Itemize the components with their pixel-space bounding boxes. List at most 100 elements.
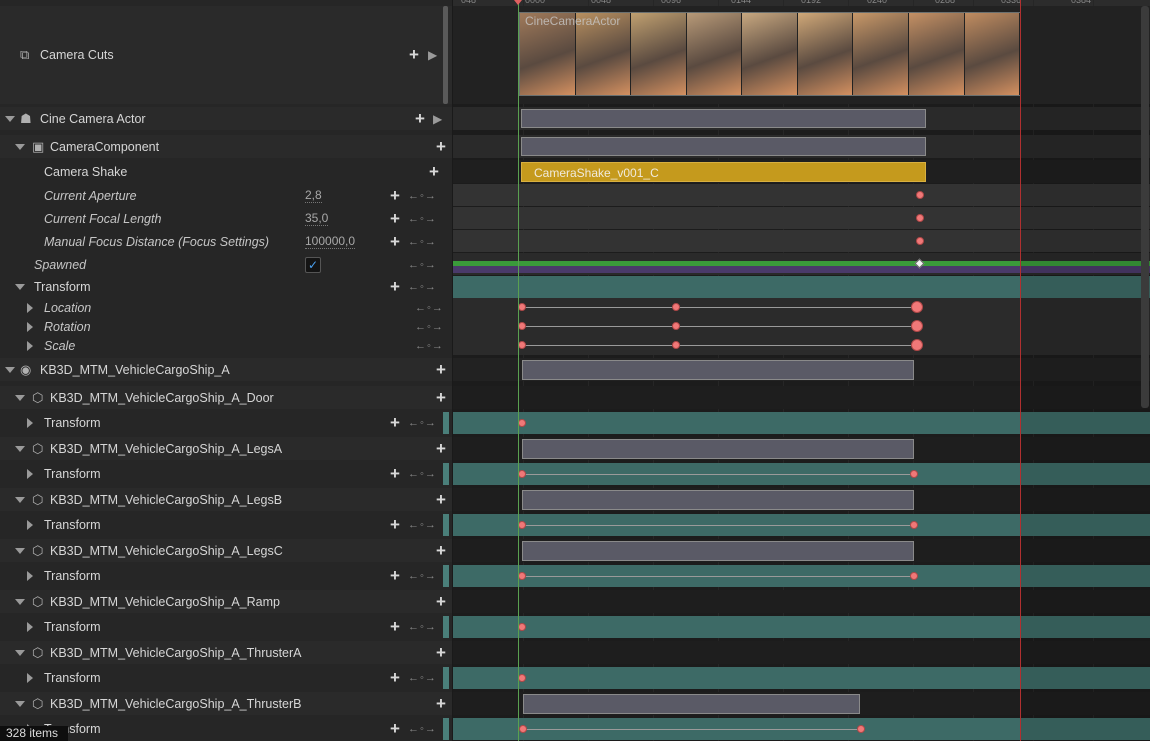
add-track-button[interactable]: + <box>436 491 446 508</box>
scale-track[interactable]: Scale ←◦→ <box>0 336 452 355</box>
keyframe[interactable] <box>672 341 680 349</box>
keyframe[interactable] <box>518 674 526 682</box>
camera-cuts-track[interactable]: ⧉ Camera Cuts + ▶ <box>0 6 452 104</box>
expand-arrow-icon[interactable] <box>27 340 33 351</box>
ramp-transform-track[interactable]: Transform + ←◦→ <box>0 616 452 638</box>
mesh-section-bar[interactable] <box>522 490 914 510</box>
add-track-button[interactable]: + <box>415 110 425 127</box>
cargo-ship-legsc-track[interactable]: ⬡ KB3D_MTM_VehicleCargoShip_A_LegsC + <box>0 539 452 562</box>
current-aperture-track[interactable]: Current Aperture 2,8 + ←◦→ <box>0 184 452 207</box>
spawned-checkbox[interactable]: ✓ <box>305 256 321 273</box>
keyframe-navigation-icon[interactable]: ←◦→ <box>408 519 437 531</box>
sequencer-timeline[interactable]: 048 0000 0048 0096 0144 0192 0240 0288 0336 0384 … <box>453 0 1150 741</box>
focal-length-keyframe[interactable] <box>916 214 924 222</box>
current-focal-length-track[interactable]: Current Focal Length 35,0 + ←◦→ <box>0 207 452 230</box>
add-track-button[interactable]: + <box>390 465 400 482</box>
add-track-button[interactable]: + <box>409 46 419 63</box>
collapse-arrow-icon[interactable] <box>15 547 25 554</box>
cargo-ship-door-track[interactable]: ⬡ KB3D_MTM_VehicleCargoShip_A_Door + <box>0 386 452 409</box>
keyframe-navigation-icon[interactable]: ←◦→ <box>408 417 437 429</box>
add-track-button[interactable]: + <box>390 210 400 227</box>
timeline-scrollbar[interactable] <box>1141 6 1149 408</box>
mesh-section-lane[interactable] <box>453 641 1150 664</box>
keyframe[interactable] <box>911 339 923 351</box>
property-value-field[interactable]: 100000,0 <box>305 234 356 249</box>
camera-shake-section[interactable]: CameraShake_v001_C <box>521 162 926 182</box>
expand-arrow-icon[interactable] <box>27 469 33 479</box>
keyframe[interactable] <box>518 623 526 631</box>
add-track-button[interactable]: + <box>390 516 400 533</box>
camera-shake-track[interactable]: Camera Shake + <box>0 160 452 183</box>
property-value-field[interactable]: 35,0 <box>305 211 329 226</box>
camera-component-track[interactable]: ▣ CameraComponent + <box>0 135 452 158</box>
keyframe[interactable] <box>672 303 680 311</box>
actor-section-bar[interactable] <box>521 109 926 128</box>
rotation-track[interactable]: Rotation ←◦→ <box>0 317 452 336</box>
keyframe[interactable] <box>518 470 526 478</box>
keyframe-navigation-icon[interactable]: ←◦→ <box>408 621 437 633</box>
keyframe[interactable] <box>518 521 526 529</box>
cargo-ship-ramp-track[interactable]: ⬡ KB3D_MTM_VehicleCargoShip_A_Ramp + <box>0 590 452 613</box>
keyframe[interactable] <box>857 725 865 733</box>
focal-length-lane[interactable] <box>453 207 1150 229</box>
mesh-transform-lane[interactable] <box>453 616 1150 638</box>
manual-focus-distance-track[interactable]: Manual Focus Distance (Focus Settings) 10… <box>0 230 452 253</box>
expand-arrow-icon[interactable] <box>27 673 33 683</box>
mesh-section-bar[interactable] <box>522 439 914 459</box>
legsc-transform-track[interactable]: Transform + ←◦→ <box>0 565 452 587</box>
keyframe-navigation-icon[interactable]: ←◦→ <box>415 302 444 314</box>
collapse-arrow-icon[interactable] <box>15 700 25 707</box>
playhead-line[interactable] <box>518 0 519 741</box>
expand-arrow-icon[interactable] <box>27 520 33 530</box>
add-track-button[interactable]: + <box>390 233 400 250</box>
camera-lock-icon[interactable]: ▶ <box>428 48 437 62</box>
keyframe[interactable] <box>519 725 527 733</box>
legsb-transform-track[interactable]: Transform + ←◦→ <box>0 514 452 536</box>
property-value-field[interactable]: 2,8 <box>305 188 322 203</box>
keyframe[interactable] <box>910 572 918 580</box>
keyframe-navigation-icon[interactable]: ←◦→ <box>415 340 444 352</box>
expand-arrow-icon[interactable] <box>27 622 33 632</box>
collapse-arrow-icon[interactable] <box>15 394 25 401</box>
keyframe-navigation-icon[interactable]: ←◦→ <box>415 321 444 333</box>
cargo-ship-legsa-track[interactable]: ⬡ KB3D_MTM_VehicleCargoShip_A_LegsA + <box>0 437 452 460</box>
aperture-keyframe[interactable] <box>916 191 924 199</box>
mesh-section-lane[interactable] <box>453 386 1150 409</box>
cargo-ship-track[interactable]: ◉ KB3D_MTM_VehicleCargoShip_A + <box>0 358 452 381</box>
add-track-button[interactable]: + <box>436 695 446 712</box>
keyframe[interactable] <box>518 572 526 580</box>
playhead-handle-icon[interactable] <box>514 0 522 5</box>
cine-camera-actor-track[interactable]: ☗ Cine Camera Actor + ▶ <box>0 107 452 130</box>
collapse-arrow-icon[interactable] <box>15 143 25 150</box>
add-track-button[interactable]: + <box>436 440 446 457</box>
outliner-scrollbar[interactable] <box>443 6 448 104</box>
cargo-ship-thrustera-track[interactable]: ⬡ KB3D_MTM_VehicleCargoShip_A_ThrusterA + <box>0 641 452 664</box>
mesh-transform-lane[interactable] <box>453 412 1150 434</box>
cargo-ship-section-bar[interactable] <box>522 360 914 380</box>
add-track-button[interactable]: + <box>436 593 446 610</box>
keyframe[interactable] <box>672 322 680 330</box>
mesh-transform-lane[interactable] <box>453 667 1150 689</box>
keyframe[interactable] <box>518 341 526 349</box>
keyframe[interactable] <box>911 301 923 313</box>
keyframe-navigation-icon[interactable]: ←◦→ <box>408 723 437 735</box>
expand-arrow-icon[interactable] <box>27 418 33 428</box>
add-track-button[interactable]: + <box>436 644 446 661</box>
keyframe-navigation-icon[interactable]: ←◦→ <box>408 570 437 582</box>
add-track-button[interactable]: + <box>436 138 446 155</box>
keyframe-navigation-icon[interactable]: ←◦→ <box>408 259 437 271</box>
cargo-ship-legsb-track[interactable]: ⬡ KB3D_MTM_VehicleCargoShip_A_LegsB + <box>0 488 452 511</box>
keyframe-navigation-icon[interactable]: ←◦→ <box>408 672 437 684</box>
keyframe-navigation-icon[interactable]: ←◦→ <box>408 468 437 480</box>
add-track-button[interactable]: + <box>436 542 446 559</box>
collapse-arrow-icon[interactable] <box>15 649 25 656</box>
door-transform-track[interactable]: Transform + ←◦→ <box>0 412 452 434</box>
add-track-button[interactable]: + <box>390 720 400 737</box>
focus-distance-keyframe[interactable] <box>916 237 924 245</box>
transform-track[interactable]: Transform + ←◦→ <box>0 276 452 298</box>
thrustera-transform-track[interactable]: Transform + ←◦→ <box>0 667 452 689</box>
expand-arrow-icon[interactable] <box>27 571 33 581</box>
playback-end-marker[interactable] <box>1020 0 1021 741</box>
add-track-button[interactable]: + <box>436 389 446 406</box>
keyframe[interactable] <box>518 419 526 427</box>
